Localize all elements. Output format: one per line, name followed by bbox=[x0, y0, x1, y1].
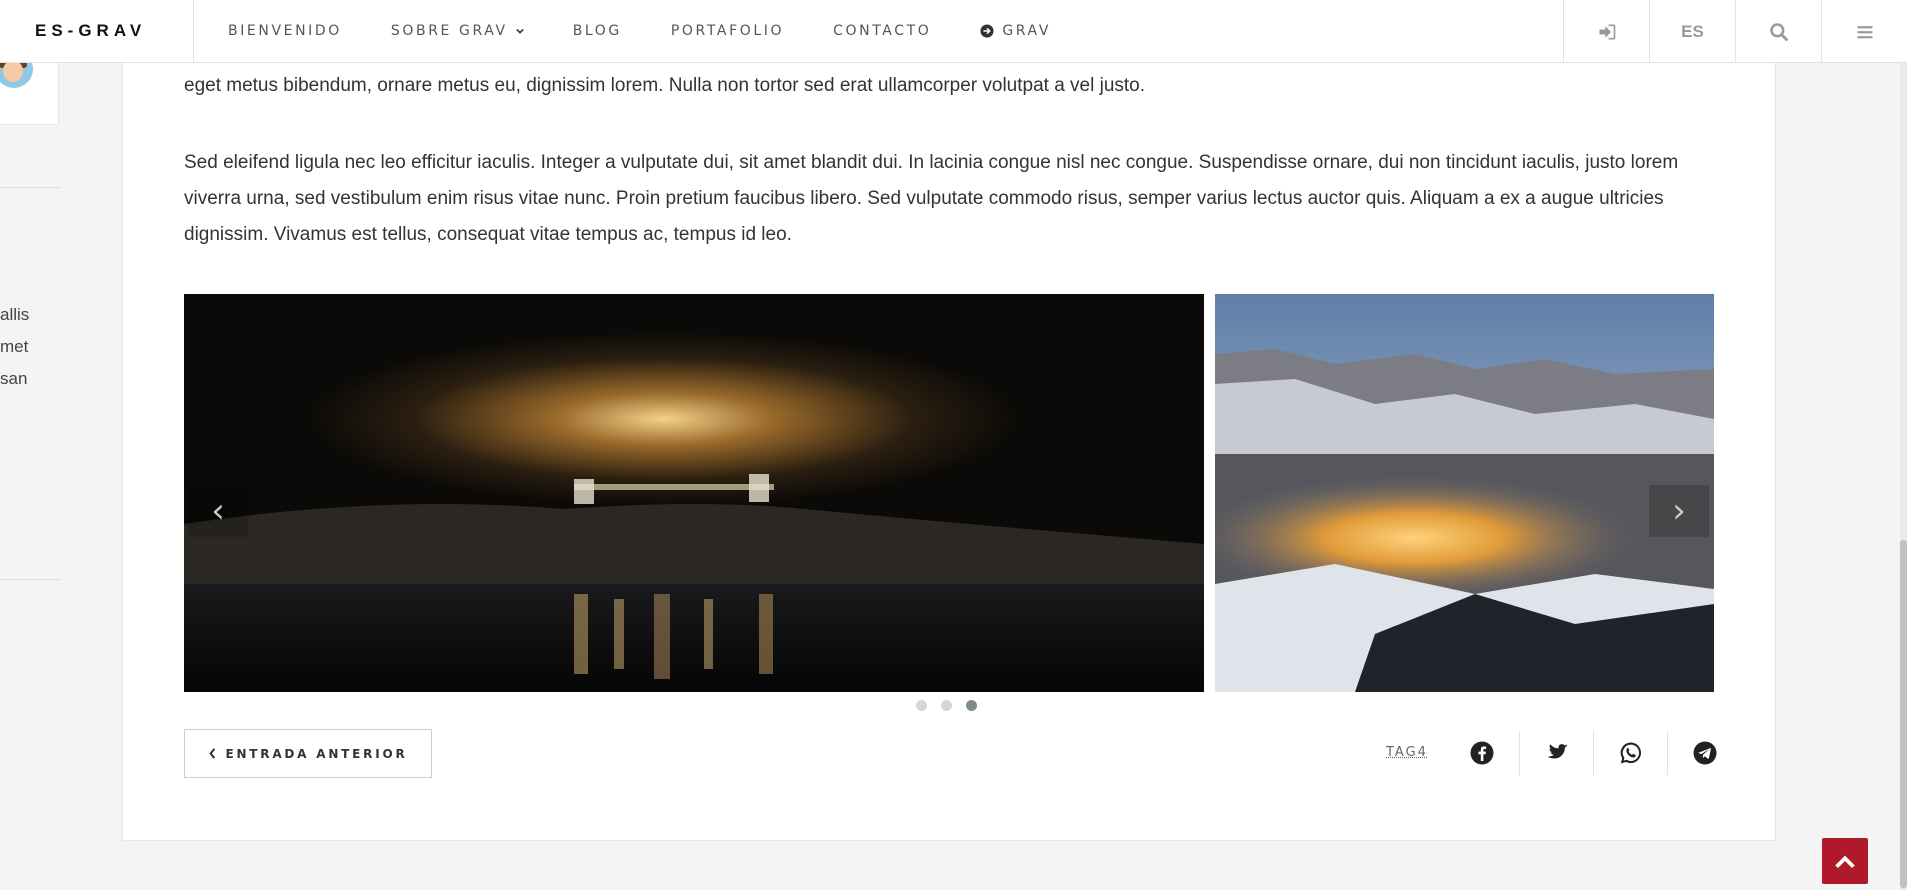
page-scrollbar-thumb[interactable] bbox=[1900, 540, 1907, 888]
sidebar-text: san bbox=[0, 369, 28, 388]
login-button[interactable] bbox=[1563, 0, 1649, 63]
carousel-next-button[interactable]: › bbox=[1649, 485, 1709, 537]
share-telegram-button[interactable] bbox=[1667, 731, 1741, 775]
whatsapp-icon bbox=[1620, 742, 1641, 764]
scroll-to-top-button[interactable] bbox=[1822, 838, 1868, 884]
language-selector[interactable]: ES bbox=[1649, 0, 1735, 63]
hamburger-icon bbox=[1857, 25, 1872, 38]
menu-item-sobre-grav[interactable]: SOBRE GRAV bbox=[391, 23, 524, 39]
tag-link[interactable]: TAG4 bbox=[1386, 745, 1428, 760]
menu-item-label: SOBRE GRAV bbox=[390, 23, 508, 39]
share-whatsapp-button[interactable] bbox=[1593, 731, 1667, 775]
sidebar-text: met bbox=[0, 337, 29, 356]
menu-item-label: GRAV bbox=[1002, 23, 1052, 39]
carousel-prev-button[interactable]: ‹ bbox=[188, 485, 248, 537]
site-logo[interactable]: ES-GRAV bbox=[0, 0, 194, 62]
previous-post-label: ENTRADA ANTERIOR bbox=[225, 746, 408, 761]
search-button[interactable] bbox=[1735, 0, 1821, 63]
menu-toggle-button[interactable] bbox=[1821, 0, 1907, 63]
chevron-left-icon bbox=[209, 748, 216, 759]
article-paragraph: viverra urna, sed vestibulum enim risus … bbox=[184, 188, 1664, 209]
sidebar-text: allis bbox=[0, 305, 30, 324]
menu-item-bienvenido[interactable]: BIENVENIDO bbox=[228, 23, 342, 39]
share-facebook-button[interactable] bbox=[1445, 731, 1519, 775]
sign-in-icon bbox=[1599, 24, 1615, 39]
menu-item-label: PORTAFOLIO bbox=[670, 23, 785, 39]
telegram-icon bbox=[1693, 741, 1716, 765]
arrow-circle-right-icon bbox=[980, 24, 994, 38]
carousel-dot-active[interactable] bbox=[966, 700, 977, 711]
main-menu: BIENVENIDO SOBRE GRAV BLOG PORTAFOLIO CO… bbox=[194, 0, 1563, 62]
chevron-up-icon bbox=[1835, 855, 1855, 869]
menu-item-blog[interactable]: BLOG bbox=[573, 23, 622, 39]
share-twitter-button[interactable] bbox=[1519, 731, 1593, 775]
top-navbar: ES-GRAV BIENVENIDO SOBRE GRAV BLOG PORTA… bbox=[0, 0, 1907, 63]
menu-item-label: CONTACTO bbox=[833, 23, 932, 39]
image-carousel[interactable] bbox=[184, 294, 1714, 692]
article-paragraph: Sed eleifend ligula nec leo efficitur ia… bbox=[184, 152, 1679, 173]
night-lake-photo bbox=[184, 294, 1204, 692]
facebook-icon bbox=[1470, 741, 1494, 765]
previous-post-button[interactable]: ENTRADA ANTERIOR bbox=[184, 729, 432, 778]
sidebar-divider bbox=[0, 187, 60, 188]
carousel-dot[interactable] bbox=[941, 700, 952, 711]
menu-item-contacto[interactable]: CONTACTO bbox=[833, 23, 931, 39]
carousel-dot[interactable] bbox=[916, 700, 927, 711]
header-actions: ES bbox=[1563, 0, 1907, 63]
snowy-mountains-photo bbox=[1215, 294, 1714, 692]
menu-item-portafolio[interactable]: PORTAFOLIO bbox=[671, 23, 784, 39]
menu-item-label: BLOG bbox=[572, 23, 622, 39]
carousel-dots bbox=[916, 700, 977, 711]
chevron-down-icon bbox=[515, 28, 524, 34]
search-icon bbox=[1769, 22, 1788, 41]
article-paragraph: eget metus bibendum, ornare metus eu, di… bbox=[184, 75, 1146, 96]
sidebar-divider bbox=[0, 579, 60, 580]
twitter-icon bbox=[1546, 744, 1568, 759]
menu-item-grav[interactable]: GRAV bbox=[980, 23, 1051, 39]
article-paragraph: dignissim. Vivamus est tellus, consequat… bbox=[184, 224, 792, 245]
menu-item-label: BIENVENIDO bbox=[228, 23, 342, 39]
